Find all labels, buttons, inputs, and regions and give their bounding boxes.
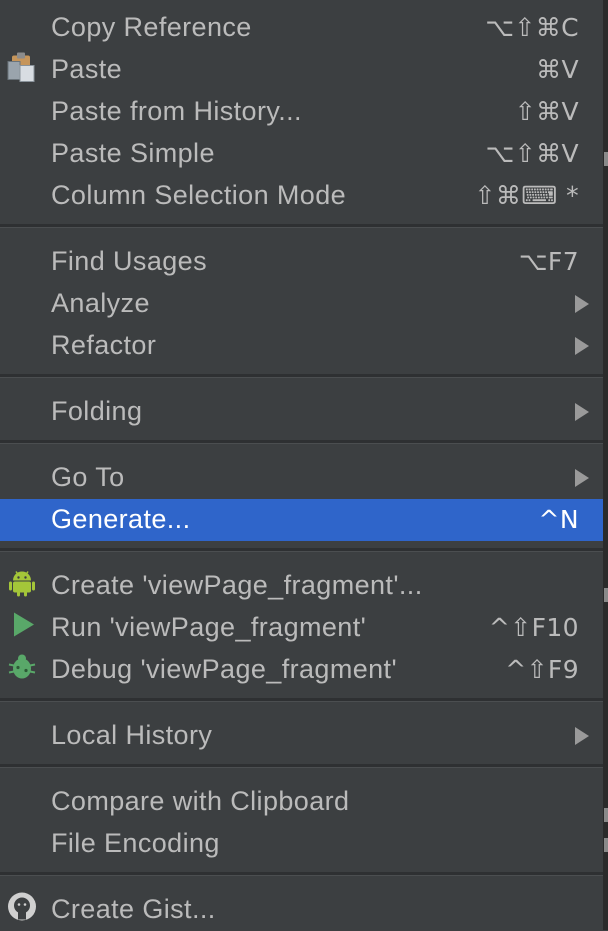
menu-item-copy-reference[interactable]: Copy Reference ⌥⇧⌘C (0, 7, 603, 49)
run-icon (6, 609, 38, 648)
menu-item-paste[interactable]: Paste ⌘V (0, 49, 603, 91)
menu-item-shortcut: ⌥⇧⌘V (485, 138, 579, 168)
submenu-arrow-icon (575, 727, 589, 745)
menu-item-label: Paste (51, 53, 123, 84)
submenu-arrow-icon (575, 469, 589, 487)
menu-item-label: Run 'viewPage_fragment' (51, 611, 367, 642)
android-icon (6, 567, 38, 606)
menu-item-run[interactable]: Run 'viewPage_fragment' ^⇧F10 (0, 607, 603, 649)
menu-separator (0, 374, 603, 378)
editor-edge-mark (604, 152, 608, 166)
menu-separator (0, 872, 603, 876)
editor-edge-mark (604, 588, 608, 602)
menu-separator (0, 224, 603, 228)
menu-item-create-config[interactable]: Create 'viewPage_fragment'... (0, 565, 603, 607)
editor-edge (604, 0, 608, 930)
menu-item-create-gist[interactable]: Create Gist... (0, 889, 603, 931)
submenu-arrow-icon (575, 295, 589, 313)
menu-item-shortcut: ⇧⌘V (514, 96, 579, 126)
context-menu: Copy Reference ⌥⇧⌘C Paste ⌘V Paste from … (0, 0, 604, 930)
menu-item-label: Folding (51, 395, 143, 426)
menu-item-paste-simple[interactable]: Paste Simple ⌥⇧⌘V (0, 133, 603, 175)
menu-item-shortcut: ^⇧F9 (505, 654, 579, 684)
menu-item-go-to[interactable]: Go To (0, 457, 603, 499)
menu-separator (0, 698, 603, 702)
menu-item-label: Analyze (51, 287, 150, 318)
menu-item-paste-from-history[interactable]: Paste from History... ⇧⌘V (0, 91, 603, 133)
menu-item-label: Create 'viewPage_fragment'... (51, 569, 423, 600)
submenu-arrow-icon (575, 403, 589, 421)
menu-item-label: Compare with Clipboard (51, 785, 350, 816)
menu-item-label: Local History (51, 719, 213, 750)
menu-item-local-history[interactable]: Local History (0, 715, 603, 757)
menu-item-label: Create Gist... (51, 893, 216, 924)
debug-icon (6, 651, 38, 690)
menu-item-generate[interactable]: Generate... ^N (0, 499, 603, 541)
menu-item-find-usages[interactable]: Find Usages ⌥F7 (0, 241, 603, 283)
submenu-arrow-icon (575, 337, 589, 355)
menu-item-label: File Encoding (51, 827, 220, 858)
menu-item-label: Generate... (51, 503, 191, 534)
menu-item-shortcut: ⌥⇧⌘C (485, 12, 579, 42)
menu-item-label: Paste from History... (51, 95, 302, 126)
github-icon (6, 891, 38, 930)
menu-item-column-selection-mode[interactable]: Column Selection Mode ⇧⌘⌨ * (0, 175, 603, 217)
menu-separator (0, 548, 603, 552)
menu-item-label: Go To (51, 461, 125, 492)
menu-item-label: Debug 'viewPage_fragment' (51, 653, 398, 684)
menu-item-folding[interactable]: Folding (0, 391, 603, 433)
menu-item-shortcut: ^⇧F10 (488, 612, 579, 642)
clipboard-icon (6, 50, 40, 91)
menu-item-label: Refactor (51, 329, 157, 360)
menu-separator (0, 440, 603, 444)
menu-item-shortcut: ⌘V (536, 54, 579, 84)
menu-item-shortcut: ^N (538, 504, 579, 534)
menu-item-analyze[interactable]: Analyze (0, 283, 603, 325)
editor-edge-mark (604, 838, 608, 852)
menu-item-debug[interactable]: Debug 'viewPage_fragment' ^⇧F9 (0, 649, 603, 691)
editor-edge-mark (604, 808, 608, 822)
menu-item-label: Copy Reference (51, 11, 252, 42)
menu-item-file-encoding[interactable]: File Encoding (0, 823, 603, 865)
menu-item-label: Paste Simple (51, 137, 215, 168)
menu-item-compare-with-clipboard[interactable]: Compare with Clipboard (0, 781, 603, 823)
menu-item-label: Find Usages (51, 245, 207, 276)
menu-item-refactor[interactable]: Refactor (0, 325, 603, 367)
menu-separator (0, 764, 603, 768)
menu-item-label: Column Selection Mode (51, 179, 347, 210)
menu-item-shortcut: ⌥F7 (518, 246, 579, 276)
menu-item-shortcut: ⇧⌘⌨ * (474, 180, 579, 210)
